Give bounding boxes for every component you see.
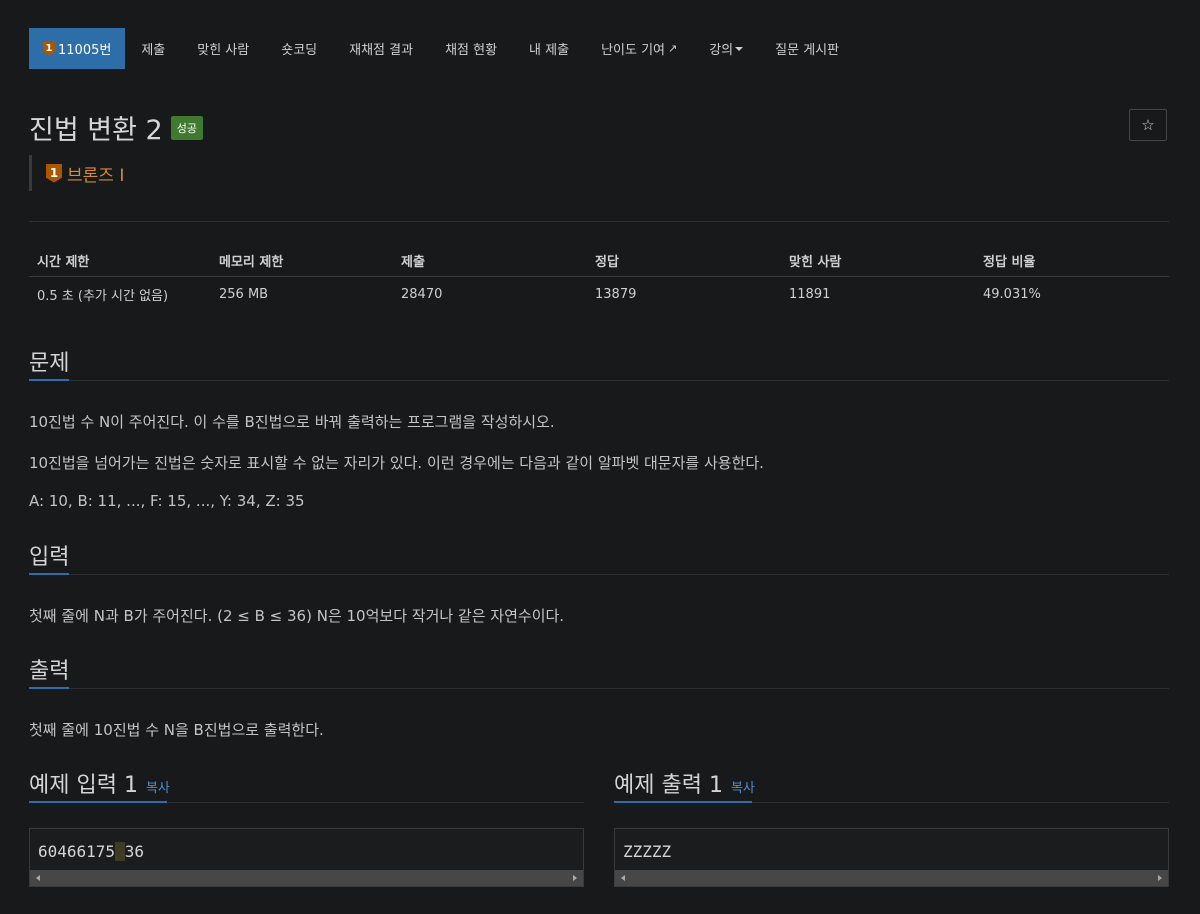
tier-row: 1 브론즈 I (29, 155, 124, 191)
nav-my-submissions-label: 내 제출 (529, 43, 570, 58)
problem-info-table: 시간 제한 메모리 제한 제출 정답 맞힌 사람 정답 비율 0.5 초 (추가… (29, 244, 1169, 312)
accepted-value: 13879 (595, 287, 637, 302)
section-underline (29, 801, 167, 803)
nav-problem-number-label: 11005번 (58, 43, 112, 58)
nav-question-board-label: 질문 게시판 (775, 43, 840, 58)
copy-sample-input-link[interactable]: 복사 (146, 777, 170, 796)
nav-rejudge-results[interactable]: 재채점 결과 (333, 28, 429, 69)
nav-lectures-label: 강의 (709, 43, 734, 58)
external-link-icon: ↗ (668, 42, 678, 55)
star-icon: ☆ (1141, 116, 1155, 134)
section-underline (614, 801, 752, 803)
submissions-value: 28470 (401, 287, 443, 302)
section-divider (29, 688, 1169, 689)
sample-output-header: 예제 출력 1 복사 (614, 767, 755, 799)
scroll-right-icon[interactable] (573, 875, 577, 881)
description-paragraph-1: 10진법 수 N이 주어진다. 이 수를 B진법으로 바꿔 출력하는 프로그램을… (29, 413, 555, 431)
nav-submit-label: 제출 (141, 43, 166, 58)
nav-lectures-dropdown[interactable]: 강의 (693, 28, 759, 69)
sample-input-heading: 예제 입력 1 (29, 773, 138, 798)
scroll-left-icon[interactable] (36, 875, 40, 881)
section-heading-description: 문제 (29, 351, 70, 376)
nav-judge-status-label: 채점 현황 (445, 43, 498, 58)
problem-nav: 1 11005번 제출 맞힌 사람 숏코딩 재채점 결과 채점 현황 내 제출 … (29, 28, 855, 69)
accept-ratio-value: 49.031% (983, 287, 1041, 302)
table-row: 0.5 초 (추가 시간 없음) 256 MB 28470 13879 1189… (29, 277, 1169, 313)
section-divider (29, 574, 1169, 575)
nav-solved-users[interactable]: 맞힌 사람 (181, 28, 265, 69)
bronze-tier-icon: 1 (46, 163, 62, 183)
page-title: 진법 변환 2 성공 (29, 108, 203, 147)
caret-down-icon (735, 46, 744, 51)
nav-my-submissions[interactable]: 내 제출 (513, 28, 585, 69)
nav-problem-number[interactable]: 1 11005번 (29, 28, 126, 69)
output-description: 첫째 줄에 10진법 수 N을 B진법으로 출력한다. (29, 721, 324, 739)
sample-input-text: 60466175 36 (38, 842, 144, 861)
scroll-left-icon[interactable] (621, 875, 625, 881)
horizontal-scrollbar[interactable] (615, 870, 1168, 886)
problem-title: 진법 변환 2 (29, 115, 163, 146)
sample-input-n: 60466175 (38, 842, 116, 861)
description-paragraph-2: 10진법을 넘어가는 진법은 숫자로 표시할 수 없는 자리가 있다. 이런 경… (29, 454, 764, 472)
solved-users-value: 11891 (789, 287, 831, 302)
tier-label[interactable]: 브론즈 I (67, 161, 124, 186)
nav-solved-users-label: 맞힌 사람 (197, 43, 250, 58)
horizontal-scrollbar[interactable] (30, 870, 583, 886)
scroll-right-icon[interactable] (1158, 875, 1162, 881)
nav-rejudge-results-label: 재채점 결과 (349, 43, 414, 58)
header-accepted: 정답 (587, 244, 781, 277)
section-heading-output: 출력 (29, 659, 70, 684)
sample-output-text: ZZZZZ (623, 842, 672, 861)
sample-output-box[interactable]: ZZZZZ (614, 828, 1169, 887)
header-solved-users: 맞힌 사람 (781, 244, 975, 277)
favorite-star-button[interactable]: ☆ (1129, 109, 1167, 141)
sample-input-box[interactable]: 60466175 36 (29, 828, 584, 887)
header-accept-ratio: 정답 비율 (975, 244, 1169, 277)
header-memory-limit: 메모리 제한 (211, 244, 393, 277)
nav-question-board[interactable]: 질문 게시판 (759, 28, 855, 69)
table-header-row: 시간 제한 메모리 제한 제출 정답 맞힌 사람 정답 비율 (29, 244, 1169, 277)
section-divider (29, 380, 1169, 381)
divider (29, 221, 1169, 222)
memory-limit-value: 256 MB (219, 287, 269, 302)
sample-input-highlight (115, 842, 125, 861)
section-underline (29, 687, 69, 689)
input-description: 첫째 줄에 N과 B가 주어진다. (2 ≤ B ≤ 36) N은 10억보다 … (29, 607, 565, 625)
sample-output-heading: 예제 출력 1 (614, 773, 723, 798)
copy-sample-output-link[interactable]: 복사 (731, 777, 755, 796)
bronze-tier-icon: 1 (43, 41, 55, 56)
nav-short-coding[interactable]: 숏코딩 (265, 28, 333, 69)
section-heading-input: 입력 (29, 545, 70, 570)
section-underline (29, 379, 69, 381)
status-badge: 성공 (170, 115, 203, 140)
description-paragraph-3: A: 10, B: 11, ..., F: 15, ..., Y: 34, Z:… (29, 492, 305, 510)
sample-input-header: 예제 입력 1 복사 (29, 767, 170, 799)
nav-short-coding-label: 숏코딩 (281, 43, 318, 58)
nav-difficulty-label: 난이도 기여 (601, 43, 665, 58)
header-time-limit: 시간 제한 (29, 244, 211, 277)
nav-difficulty-contribution[interactable]: 난이도 기여 ↗ (585, 28, 693, 69)
sample-input-b: 36 (124, 842, 144, 861)
header-submissions: 제출 (393, 244, 587, 277)
nav-submit[interactable]: 제출 (125, 28, 181, 69)
time-limit-value: 0.5 초 (추가 시간 없음) (37, 289, 169, 304)
nav-judge-status[interactable]: 채점 현황 (429, 28, 513, 69)
section-underline (29, 573, 69, 575)
